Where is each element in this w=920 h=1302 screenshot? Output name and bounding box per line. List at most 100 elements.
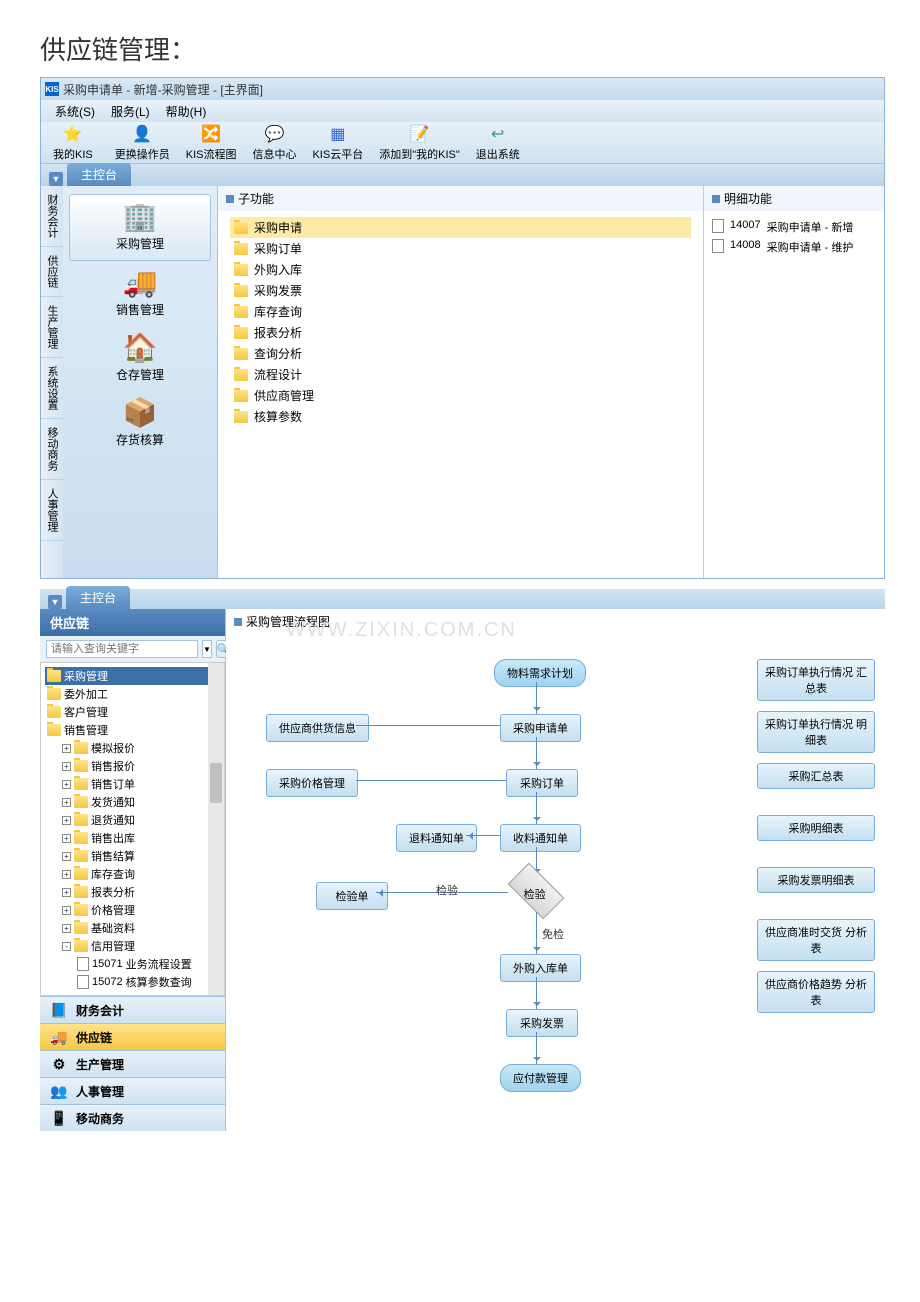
flow-purchase-order[interactable]: 采购订单 — [506, 769, 578, 797]
toolbar-btn-1[interactable]: 👤更换操作员 — [107, 122, 178, 164]
sub-item-8[interactable]: 供应商管理 — [230, 385, 691, 406]
toolbar-icon: 💬 — [264, 124, 284, 144]
tab-arrow-icon[interactable]: ▼ — [48, 595, 62, 609]
expand-icon[interactable]: + — [62, 798, 71, 807]
folder-icon — [47, 706, 61, 718]
tree-node-9[interactable]: +销售出库 — [45, 829, 220, 847]
sub-item-6[interactable]: 查询分析 — [230, 343, 691, 364]
flow-start[interactable]: 物料需求计划 — [494, 659, 586, 687]
tree-node-1[interactable]: 委外加工 — [45, 685, 220, 703]
expand-icon[interactable]: + — [62, 888, 71, 897]
flow-supplier-info[interactable]: 供应商供货信息 — [266, 714, 369, 742]
expand-icon[interactable]: + — [62, 834, 71, 843]
expand-icon[interactable]: + — [62, 744, 71, 753]
tree-node-10[interactable]: +销售结算 — [45, 847, 220, 865]
expand-icon[interactable]: + — [62, 924, 71, 933]
toolbar-btn-5[interactable]: 📝添加到"我的KIS" — [371, 122, 468, 164]
tree-node-12[interactable]: +报表分析 — [45, 883, 220, 901]
bottom-nav-2[interactable]: ⚙生产管理 — [40, 1050, 225, 1077]
vtab-2[interactable]: 生产管理 — [41, 297, 63, 358]
sub-item-9[interactable]: 核算参数 — [230, 406, 691, 427]
nav-item-0[interactable]: 🏢采购管理 — [69, 194, 211, 261]
flow-warehouse-in[interactable]: 外购入库单 — [500, 954, 581, 982]
sub-item-7[interactable]: 流程设计 — [230, 364, 691, 385]
window-title: 采购申请单 - 新增-采购管理 - [主界面] — [63, 81, 263, 98]
flow-diamond[interactable]: 检验 — [508, 863, 565, 920]
sub-item-2[interactable]: 外购入库 — [230, 259, 691, 280]
expand-icon[interactable]: + — [62, 780, 71, 789]
expand-icon[interactable]: + — [62, 870, 71, 879]
sub-item-0[interactable]: 采购申请 — [230, 217, 691, 238]
side-report-0[interactable]: 采购订单执行情况 汇总表 — [757, 659, 875, 701]
vtab-1[interactable]: 供应链 — [41, 247, 63, 297]
toolbar-btn-4[interactable]: ▦KIS云平台 — [304, 122, 371, 164]
side-report-3[interactable]: 采购明细表 — [757, 815, 875, 841]
toolbar-icon: ▦ — [328, 124, 348, 144]
scrollbar-thumb[interactable] — [210, 763, 222, 803]
toolbar-btn-3[interactable]: 💬信息中心 — [244, 122, 304, 164]
search-input[interactable] — [46, 640, 198, 658]
tree-node-6[interactable]: +销售订单 — [45, 775, 220, 793]
tree-node-15[interactable]: -信用管理 — [45, 937, 220, 955]
expand-icon[interactable]: + — [62, 906, 71, 915]
menu-help[interactable]: 帮助(H) — [160, 101, 213, 122]
detail-item-0[interactable]: 14007采购申请单 - 新增 — [712, 217, 876, 237]
detail-item-1[interactable]: 14008采购申请单 - 维护 — [712, 237, 876, 257]
doc-icon — [712, 239, 724, 253]
expand-icon[interactable]: + — [62, 816, 71, 825]
tree-label: 模拟报价 — [91, 740, 135, 756]
side-report-1[interactable]: 采购订单执行情况 明细表 — [757, 711, 875, 753]
tree-node-4[interactable]: + 模拟报价 — [45, 739, 220, 757]
flow-price-mgmt[interactable]: 采购价格管理 — [266, 769, 358, 797]
side-report-5[interactable]: 供应商准时交货 分析表 — [757, 919, 875, 961]
sub-item-1[interactable]: 采购订单 — [230, 238, 691, 259]
flow-invoice[interactable]: 采购发票 — [506, 1009, 578, 1037]
tree-node-11[interactable]: +库存查询 — [45, 865, 220, 883]
detail-label: 采购申请单 - 维护 — [767, 239, 854, 255]
flow-end[interactable]: 应付款管理 — [500, 1064, 581, 1092]
tab-arrow-icon[interactable]: ▼ — [49, 172, 63, 186]
toolbar-btn-2[interactable]: 🔀KIS流程图 — [178, 122, 245, 164]
tree-node-14[interactable]: +基础资料 — [45, 919, 220, 937]
side-report-4[interactable]: 采购发票明细表 — [757, 867, 875, 893]
scrollbar[interactable] — [208, 663, 224, 995]
sub-item-4[interactable]: 库存查询 — [230, 301, 691, 322]
toolbar-btn-6[interactable]: ↩退出系统 — [468, 122, 528, 164]
tab-main-2[interactable]: 主控台 — [66, 586, 130, 609]
tree-node-8[interactable]: +退货通知 — [45, 811, 220, 829]
vtab-4[interactable]: 移动商务 — [41, 419, 63, 480]
search-dropdown-icon[interactable]: ▼ — [202, 640, 212, 658]
menu-system[interactable]: 系统(S) — [49, 101, 101, 122]
expand-icon[interactable]: + — [62, 852, 71, 861]
vtab-0[interactable]: 财务会计 — [41, 186, 63, 247]
tree-node-0[interactable]: 采购管理 — [45, 667, 220, 685]
tree-node-7[interactable]: +发货通知 — [45, 793, 220, 811]
nav-item-2[interactable]: 🏠仓存管理 — [63, 326, 217, 391]
vtab-3[interactable]: 系统设置 — [41, 358, 63, 419]
sub-item-3[interactable]: 采购发票 — [230, 280, 691, 301]
tree-node-3[interactable]: 销售管理 — [45, 721, 220, 739]
nav-item-1[interactable]: 🚚销售管理 — [63, 261, 217, 326]
tree-node-5[interactable]: +销售报价 — [45, 757, 220, 775]
flow-receive-notice[interactable]: 收料通知单 — [500, 824, 581, 852]
side-report-6[interactable]: 供应商价格趋势 分析表 — [757, 971, 875, 1013]
expand-icon[interactable]: - — [62, 942, 71, 951]
menu-service[interactable]: 服务(L) — [105, 101, 156, 122]
tree-node-16[interactable]: 15071 业务流程设置 — [45, 955, 220, 973]
tree-node-13[interactable]: + 价格管理 — [45, 901, 220, 919]
flow-purchase-request[interactable]: 采购申请单 — [500, 714, 581, 742]
expand-icon[interactable]: + — [62, 762, 71, 771]
bottom-nav-1[interactable]: 🚚供应链 — [40, 1023, 225, 1050]
bottom-nav-4[interactable]: 📱移动商务 — [40, 1104, 225, 1131]
sub-item-5[interactable]: 报表分析 — [230, 322, 691, 343]
bottom-nav-0[interactable]: 📘财务会计 — [40, 996, 225, 1023]
tab-main[interactable]: 主控台 — [67, 163, 131, 186]
tree-label: 价格管理 — [91, 902, 135, 918]
vtab-5[interactable]: 人事管理 — [41, 480, 63, 541]
bottom-nav-3[interactable]: 👥人事管理 — [40, 1077, 225, 1104]
nav-item-3[interactable]: 📦存货核算 — [63, 391, 217, 456]
tree-node-17[interactable]: 15072 核算参数查询 — [45, 973, 220, 991]
tree-node-2[interactable]: 客户管理 — [45, 703, 220, 721]
side-report-2[interactable]: 采购汇总表 — [757, 763, 875, 789]
toolbar-btn-0[interactable]: ⭐我的KIS — [45, 122, 101, 164]
